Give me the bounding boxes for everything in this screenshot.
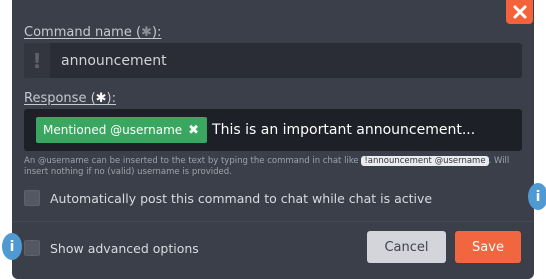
response-field[interactable]: Mentioned @username ✖ This is an importa… [24, 109, 522, 151]
advanced-label: Show advanced options [50, 240, 199, 256]
required-star-icon: ✱ [95, 91, 107, 106]
mention-tag-label: Mentioned @username [43, 123, 183, 137]
divider [12, 221, 534, 222]
remove-tag-icon[interactable]: ✖ [188, 123, 199, 138]
response-text: This is an important announcement... [212, 122, 476, 138]
exclamation-icon: ! [24, 43, 50, 78]
close-button[interactable] [506, 0, 533, 24]
command-name-field[interactable]: ! announcement [24, 43, 522, 78]
save-button[interactable]: Save [455, 231, 521, 263]
required-star-icon: ✱ [141, 25, 152, 40]
info-icon[interactable]: i [528, 183, 546, 210]
close-icon [513, 5, 526, 19]
example-command: !announcement @username [361, 156, 489, 166]
cancel-button[interactable]: Cancel [367, 231, 446, 263]
auto-post-row[interactable]: Automatically post this command to chat … [24, 190, 432, 206]
advanced-checkbox[interactable] [24, 240, 40, 256]
response-label: Response (✱): [24, 91, 116, 106]
auto-post-label: Automatically post this command to chat … [50, 190, 433, 206]
mention-hint: An @username can be inserted to the text… [24, 156, 510, 177]
advanced-row[interactable]: Show advanced options [24, 240, 199, 256]
command-name-value: announcement [61, 52, 167, 69]
info-icon[interactable]: i [2, 233, 22, 260]
command-name-label: Command name (✱): [24, 25, 162, 40]
mention-tag[interactable]: Mentioned @username ✖ [36, 117, 208, 143]
auto-post-checkbox[interactable] [24, 190, 40, 206]
